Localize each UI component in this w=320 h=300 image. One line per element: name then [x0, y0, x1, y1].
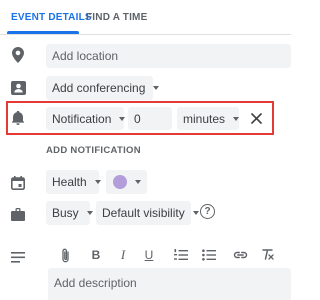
calendar-dropdown[interactable]: Health — [46, 170, 101, 194]
notification-amount-input[interactable]: 0 — [128, 107, 172, 130]
chevron-down-icon — [94, 180, 101, 184]
conferencing-label: Add conferencing — [52, 81, 146, 95]
chevron-down-icon — [192, 211, 199, 215]
calendar-icon — [10, 175, 26, 191]
underline-icon[interactable]: U — [140, 246, 158, 264]
availability-dropdown[interactable]: Busy — [46, 201, 93, 225]
chevron-down-icon — [233, 116, 240, 121]
visibility-label: Default visibility — [102, 206, 185, 220]
tab-divider — [0, 34, 291, 35]
chevron-down-icon — [119, 116, 126, 121]
clear-format-icon[interactable] — [258, 246, 276, 264]
notification-unit-dropdown[interactable]: minutes — [177, 107, 240, 130]
event-color-dropdown[interactable] — [106, 170, 147, 194]
close-icon[interactable] — [248, 110, 264, 126]
chevron-down-icon — [86, 211, 93, 215]
bold-icon[interactable]: B — [87, 246, 105, 264]
visibility-dropdown[interactable]: Default visibility — [96, 201, 199, 225]
availability-status: Busy — [52, 206, 79, 220]
tab-bar: EVENT DETAILS FIND A TIME — [0, 0, 291, 36]
notification-amount-value: 0 — [134, 111, 141, 126]
conferencing-icon — [10, 80, 26, 96]
tab-find-a-time[interactable]: FIND A TIME — [86, 12, 147, 23]
tab-event-details[interactable]: EVENT DETAILS — [11, 12, 92, 23]
bulleted-list-icon[interactable] — [200, 246, 218, 264]
italic-icon[interactable]: I — [114, 246, 132, 264]
location-placeholder: Add location — [52, 49, 119, 63]
notification-unit-label: minutes — [183, 111, 226, 126]
description-toolbar: B I U — [48, 244, 286, 266]
calendar-name: Health — [52, 175, 87, 189]
attach-icon[interactable] — [56, 246, 74, 264]
bell-icon — [10, 110, 26, 126]
description-icon — [10, 249, 26, 265]
notification-type-dropdown[interactable]: Notification — [46, 107, 126, 130]
description-placeholder: Add description — [54, 276, 137, 290]
briefcase-icon — [10, 206, 26, 222]
chevron-down-icon — [135, 180, 141, 184]
chevron-down-icon — [153, 86, 160, 90]
link-icon[interactable] — [231, 246, 249, 264]
location-pin-icon — [10, 47, 26, 63]
location-input[interactable]: Add location — [46, 44, 291, 68]
add-notification-button[interactable]: ADD NOTIFICATION — [46, 145, 141, 156]
color-swatch — [113, 175, 127, 189]
add-conferencing-dropdown[interactable]: Add conferencing — [46, 76, 160, 100]
notification-type-label: Notification — [52, 111, 112, 126]
numbered-list-icon[interactable] — [172, 246, 190, 264]
help-icon[interactable]: ? — [200, 204, 215, 219]
description-input[interactable]: Add description — [48, 268, 291, 300]
